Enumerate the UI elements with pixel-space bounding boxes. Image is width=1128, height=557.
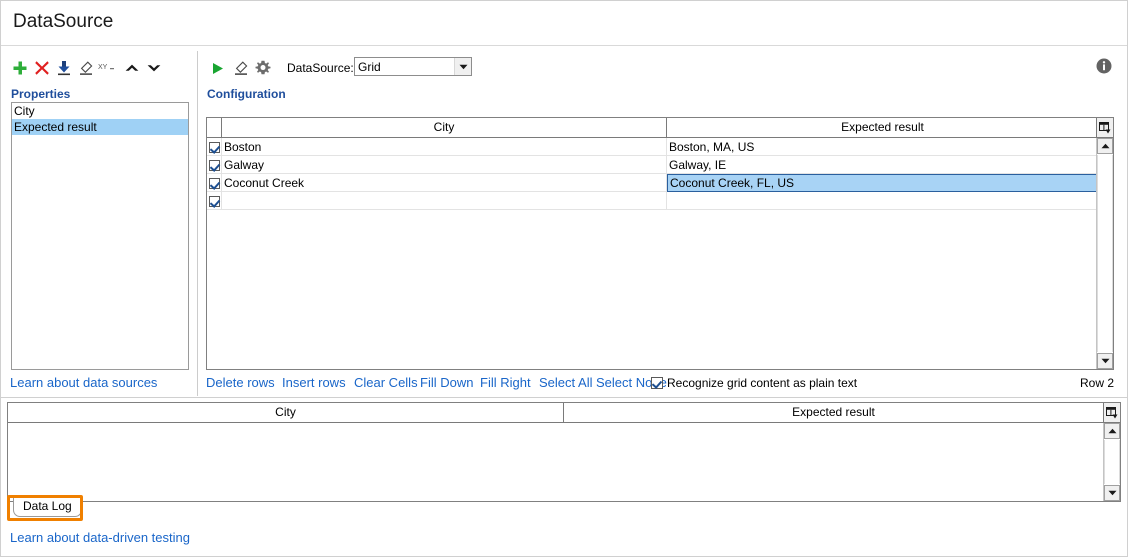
cell-city[interactable]: Coconut Creek [222, 174, 667, 192]
cell-expected-result[interactable] [667, 192, 1097, 210]
run-button[interactable] [206, 57, 228, 79]
learn-about-data-driven-testing-link[interactable]: Learn about data-driven testing [10, 530, 190, 545]
bottom-tabstrip: Data Log [7, 495, 1121, 519]
fill-right-action[interactable]: Fill Right [480, 375, 531, 391]
insert-rows-action[interactable]: Insert rows [282, 375, 346, 391]
page-title: DataSource [13, 11, 113, 33]
info-icon[interactable] [1095, 57, 1113, 75]
eraser-icon [78, 60, 94, 76]
clear-button[interactable] [75, 57, 97, 79]
datasource-select[interactable]: Grid [354, 57, 472, 76]
properties-toolbar: XY [9, 57, 189, 83]
table-row[interactable] [207, 192, 1097, 210]
select-all-icon[interactable] [1103, 403, 1120, 422]
column-header-city[interactable]: City [222, 118, 667, 137]
grid-action-bar: Delete rows Insert rows Clear Cells Fill… [206, 375, 1114, 393]
grid-corner-cell[interactable] [207, 118, 222, 137]
horizontal-separator [1, 397, 1127, 398]
row-status: Row 2 [1080, 375, 1114, 391]
scrollbar-track[interactable] [1097, 155, 1113, 352]
data-log-header-row: City Expected result [8, 403, 1120, 423]
chevron-up-icon [125, 61, 139, 75]
list-item[interactable]: City [12, 103, 188, 119]
recognize-plain-text-checkbox[interactable] [651, 377, 663, 389]
move-up-button[interactable] [121, 57, 143, 79]
chevron-down-icon [147, 61, 161, 75]
configuration-heading: Configuration [207, 87, 286, 101]
learn-about-data-sources-link[interactable]: Learn about data sources [10, 375, 157, 390]
datasource-window: DataSource [0, 0, 1128, 557]
datasource-grid[interactable]: City Expected result Boston Boston, MA, … [206, 117, 1114, 370]
move-down-button[interactable] [143, 57, 165, 79]
datasource-label: DataSource: [287, 61, 354, 75]
table-row[interactable]: Galway Galway, IE [207, 156, 1097, 174]
rename-button[interactable]: XY [97, 57, 119, 79]
cell-city[interactable]: Boston [222, 138, 667, 156]
tab-data-log[interactable]: Data Log [13, 497, 82, 517]
properties-pane: XY Properties City Expected result Learn… [1, 47, 197, 402]
column-header-expected-result[interactable]: Expected result [667, 118, 1099, 137]
row-checkbox-cell[interactable] [207, 192, 222, 210]
scroll-up-icon[interactable] [1097, 138, 1113, 154]
properties-heading: Properties [11, 87, 70, 101]
data-log-body[interactable] [8, 423, 1120, 501]
row-checkbox-cell[interactable] [207, 156, 222, 174]
properties-list[interactable]: City Expected result [11, 102, 189, 370]
settings-button[interactable] [252, 57, 274, 79]
cross-icon [34, 60, 50, 76]
select-all-icon[interactable] [1096, 118, 1113, 137]
svg-text:XY: XY [98, 64, 108, 71]
column-header-expected-result[interactable]: Expected result [564, 403, 1104, 422]
row-checkbox-cell[interactable] [207, 138, 222, 156]
download-icon [56, 60, 72, 76]
clear-grid-button[interactable] [230, 57, 252, 79]
window-titlebar: DataSource [1, 1, 1127, 46]
table-row[interactable]: Boston Boston, MA, US [207, 138, 1097, 156]
data-log-panel[interactable]: City Expected result [7, 402, 1121, 502]
cell-expected-result[interactable]: Galway, IE [667, 156, 1097, 174]
plus-icon [12, 60, 28, 76]
row-checkbox[interactable] [209, 142, 220, 153]
clear-cells-action[interactable]: Clear Cells [354, 375, 418, 391]
recognize-plain-text-label: Recognize grid content as plain text [667, 375, 857, 391]
grid-header-row: City Expected result [207, 118, 1113, 138]
row-checkbox[interactable] [209, 196, 220, 207]
grid-body[interactable]: Boston Boston, MA, US Galway Galway, IE … [207, 138, 1113, 369]
list-item[interactable]: Expected result [12, 119, 188, 135]
add-property-button[interactable] [9, 57, 31, 79]
datasource-value: Grid [358, 60, 381, 74]
row-checkbox[interactable] [209, 160, 220, 171]
play-icon [210, 61, 225, 76]
cell-expected-result-selected[interactable]: Coconut Creek, FL, US [667, 174, 1107, 192]
row-checkbox-cell[interactable] [207, 174, 222, 192]
select-all-action[interactable]: Select All [539, 375, 592, 391]
chevron-down-icon[interactable] [454, 58, 471, 75]
configuration-pane: DataSource: Grid Configuration City Expe… [198, 47, 1127, 402]
grid-vertical-scrollbar[interactable] [1096, 138, 1113, 369]
data-log-vertical-scrollbar[interactable] [1103, 423, 1120, 501]
cell-expected-result[interactable]: Boston, MA, US [667, 138, 1097, 156]
gear-icon [255, 60, 271, 76]
scrollbar-track[interactable] [1104, 440, 1120, 484]
table-row[interactable]: Coconut Creek Coconut Creek, FL, US [207, 174, 1097, 192]
row-checkbox[interactable] [209, 178, 220, 189]
scroll-up-icon[interactable] [1104, 423, 1120, 439]
remove-property-button[interactable] [31, 57, 53, 79]
xy-icon: XY [98, 61, 118, 75]
column-header-city[interactable]: City [8, 403, 564, 422]
import-button[interactable] [53, 57, 75, 79]
cell-city[interactable]: Galway [222, 156, 667, 174]
delete-rows-action[interactable]: Delete rows [206, 375, 275, 391]
eraser-icon [233, 60, 249, 76]
scroll-down-icon[interactable] [1097, 353, 1113, 369]
cell-city[interactable] [222, 192, 667, 210]
fill-down-action[interactable]: Fill Down [420, 375, 473, 391]
